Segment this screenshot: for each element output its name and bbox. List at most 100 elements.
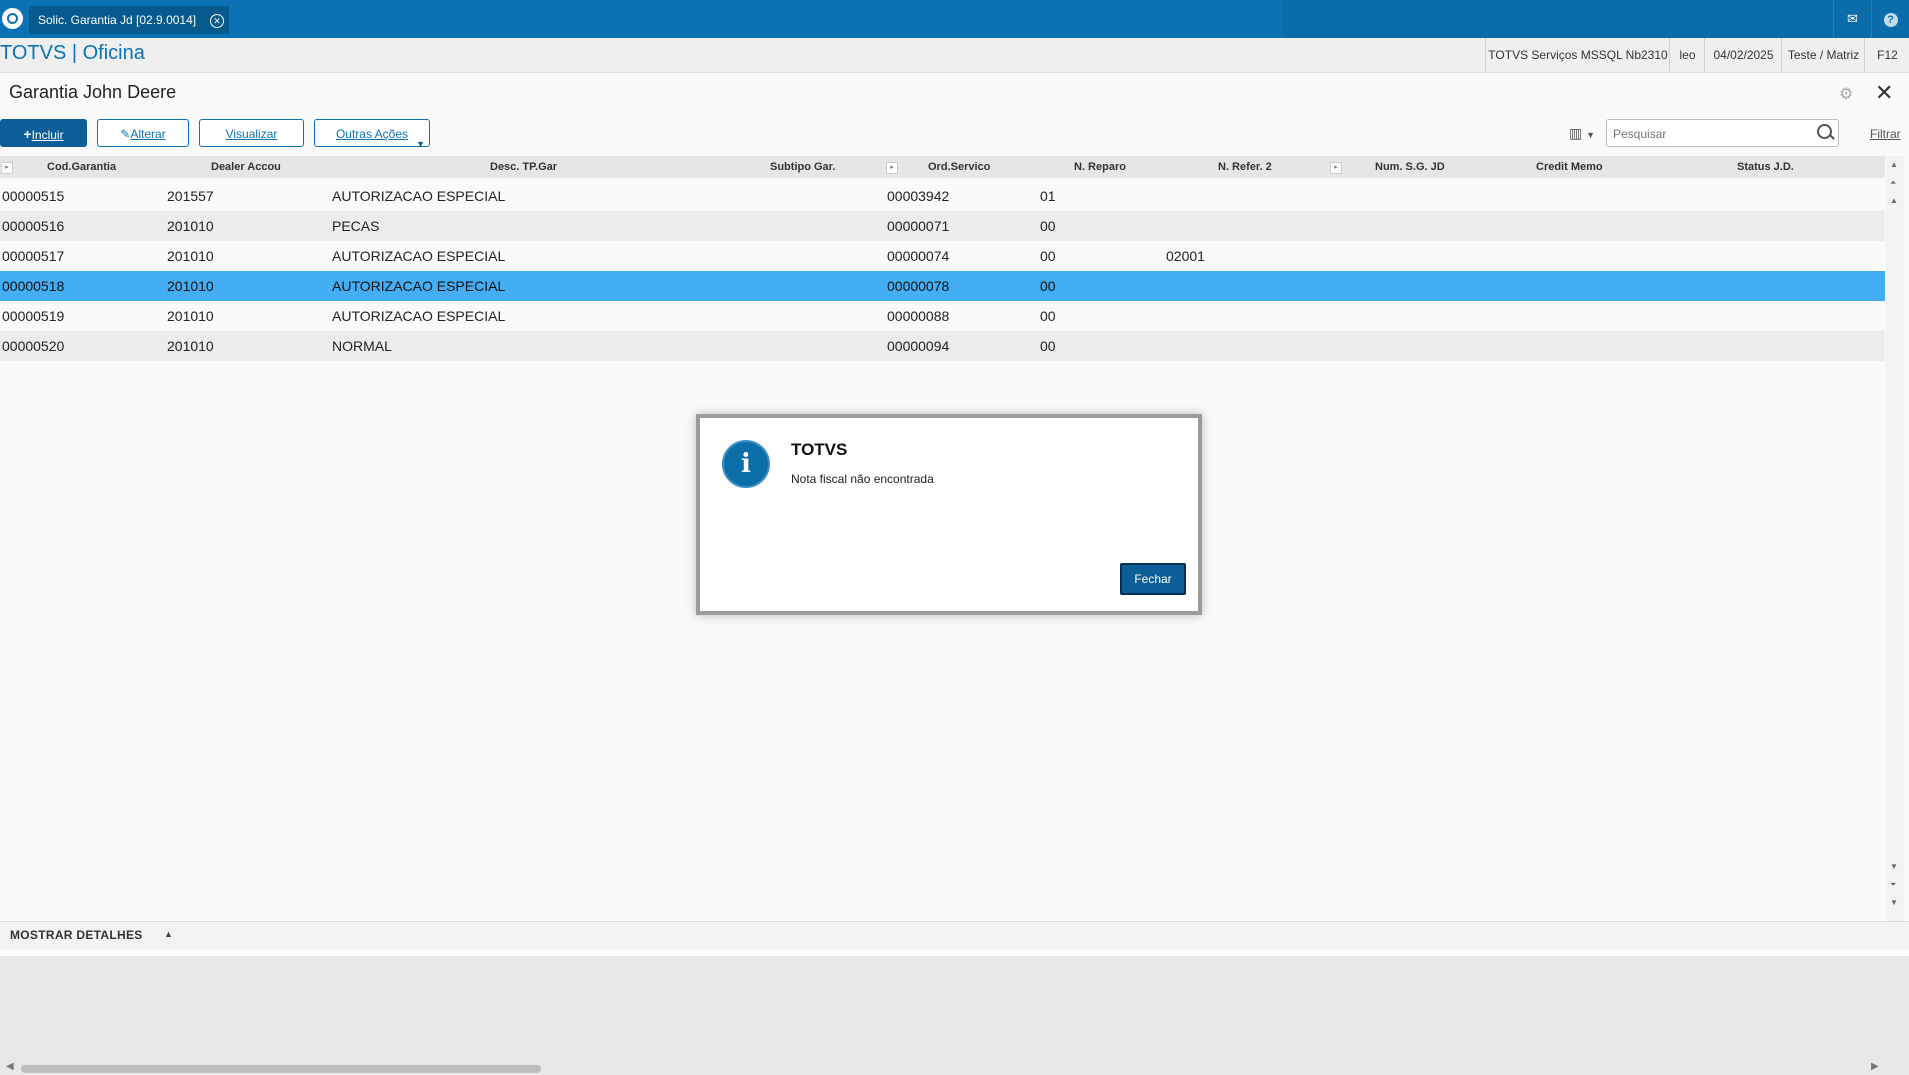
scroll-left-icon[interactable]: ◀ — [6, 1061, 14, 1072]
page-up-icon[interactable]: ⏶ — [1890, 178, 1896, 188]
header-dealer-accou[interactable]: Dealer Accou — [211, 156, 281, 178]
horizontal-scroll-thumb[interactable] — [21, 1065, 541, 1073]
top-bar: Solic. Garantia Jd [02.9.0014] ✕ ✉ ? — [0, 0, 1909, 38]
cell-n-reparo: 01 — [1040, 188, 1056, 204]
table-row[interactable]: 00000520 201010 NORMAL 00000094 00 — [0, 331, 1885, 361]
header-ord-servico[interactable]: Ord.Servico — [928, 156, 990, 178]
top-bar-shade — [1283, 0, 1909, 38]
tab-label: Solic. Garantia Jd [02.9.0014] — [38, 13, 197, 27]
alterar-label: Alterar — [130, 127, 166, 141]
cell-n-reparo: 00 — [1040, 278, 1056, 294]
header-num-sg-jd[interactable]: Num. S.G. JD — [1375, 156, 1445, 178]
cell-ord-servico: 00003942 — [887, 188, 950, 204]
cell-cod-garantia: 00000519 — [2, 308, 65, 324]
chevron-down-icon: ▼ — [416, 139, 425, 149]
plus-icon: + — [23, 126, 32, 142]
cell-n-refer: 02001 — [1166, 248, 1205, 264]
header-n-reparo[interactable]: N. Reparo — [1074, 156, 1126, 178]
cell-ord-servico: 00000071 — [887, 218, 950, 234]
cell-cod-garantia: 00000515 — [2, 188, 65, 204]
table-row[interactable]: 00000519 201010 AUTORIZACAO ESPECIAL 000… — [0, 301, 1885, 331]
mail-glyph: ✉ — [1847, 11, 1858, 26]
scroll-up-icon[interactable]: ▲ — [1890, 196, 1898, 205]
tab-close-icon[interactable]: ✕ — [210, 14, 224, 28]
details-footer[interactable]: MOSTRAR DETALHES ▲ — [0, 921, 1909, 949]
user-info: leo — [1669, 38, 1705, 72]
expand-column-icon[interactable]: ▸ — [1, 162, 13, 174]
branch-info[interactable]: Teste / Matriz — [1781, 38, 1865, 72]
cell-ord-servico: 00000078 — [887, 278, 950, 294]
info-bar: TOTVS | Oficina TOTVS Serviços MSSQL Nb2… — [0, 38, 1909, 73]
header-desc-tp-gar[interactable]: Desc. TP.Gar — [490, 156, 557, 178]
info-icon: i — [722, 440, 770, 488]
page-down-icon[interactable]: ⏷ — [1890, 880, 1896, 890]
table-row-selected[interactable]: 00000518 201010 AUTORIZACAO ESPECIAL 000… — [0, 271, 1885, 301]
scroll-down-icon[interactable]: ▼ — [1890, 862, 1898, 871]
cell-desc: AUTORIZACAO ESPECIAL — [332, 308, 506, 324]
cell-dealer: 201010 — [167, 278, 214, 294]
cell-dealer: 201010 — [167, 308, 214, 324]
tab-solic-garantia[interactable]: Solic. Garantia Jd [02.9.0014] ✕ — [29, 6, 229, 34]
pencil-icon: ✎ — [120, 127, 131, 141]
date-info: 04/02/2025 — [1704, 38, 1782, 72]
cell-desc: AUTORIZACAO ESPECIAL — [332, 188, 506, 204]
column-toggle-icon[interactable]: ▥ ▼ — [1569, 120, 1604, 146]
outras-acoes-button[interactable]: Outras Ações ▼ — [314, 119, 430, 149]
horizontal-scrollbar[interactable]: ◀ ▶ — [0, 1061, 1885, 1075]
shortcut-info[interactable]: F12 — [1864, 38, 1909, 72]
cell-dealer: 201010 — [167, 218, 214, 234]
visualizar-button[interactable]: Visualizar — [199, 119, 304, 147]
help-icon[interactable]: ? — [1871, 0, 1909, 38]
expand-column-icon[interactable]: ▸ — [1330, 162, 1342, 174]
search-input[interactable] — [1611, 124, 1811, 144]
cell-cod-garantia: 00000520 — [2, 338, 65, 354]
cell-cod-garantia: 00000516 — [2, 218, 65, 234]
cell-ord-servico: 00000074 — [887, 248, 950, 264]
show-details-label[interactable]: MOSTRAR DETALHES — [10, 928, 143, 942]
vertical-scrollbar[interactable]: ▲ ⏶ ▲ ▼ ⏷ ▼ — [1886, 156, 1904, 921]
cell-ord-servico: 00000088 — [887, 308, 950, 324]
search-field[interactable] — [1606, 119, 1839, 147]
chevron-up-icon[interactable]: ▲ — [164, 929, 173, 939]
table-header: ▸ Cod.Garantia Dealer Accou Desc. TP.Gar… — [0, 156, 1885, 178]
incluir-button[interactable]: +Incluir — [0, 119, 87, 147]
mail-icon[interactable]: ✉ — [1833, 0, 1871, 38]
alterar-button[interactable]: ✎Alterar — [97, 119, 189, 147]
close-icon[interactable]: ✕ — [1875, 80, 1893, 106]
table-row[interactable]: 00000517 201010 AUTORIZACAO ESPECIAL 000… — [0, 241, 1885, 271]
cell-ord-servico: 00000094 — [887, 338, 950, 354]
cell-n-reparo: 00 — [1040, 218, 1056, 234]
cell-cod-garantia: 00000518 — [2, 278, 65, 294]
cell-desc: AUTORIZACAO ESPECIAL — [332, 278, 506, 294]
totvs-logo-icon[interactable] — [2, 8, 23, 29]
expand-column-icon[interactable]: ▸ — [886, 162, 898, 174]
fechar-button[interactable]: Fechar — [1120, 563, 1186, 595]
cell-dealer: 201557 — [167, 188, 214, 204]
dialog-title: TOTVS — [791, 440, 848, 459]
cell-dealer: 201010 — [167, 248, 214, 264]
header-subtipo-gar[interactable]: Subtipo Gar. — [770, 156, 835, 178]
filtrar-link[interactable]: Filtrar — [1870, 127, 1901, 141]
scroll-right-icon[interactable]: ▶ — [1871, 1061, 1879, 1072]
header-n-refer-2[interactable]: N. Refer. 2 — [1218, 156, 1272, 178]
cell-dealer: 201010 — [167, 338, 214, 354]
cell-cod-garantia: 00000517 — [2, 248, 65, 264]
page-title: Garantia John Deere — [9, 82, 177, 102]
info-dialog: i TOTVS Nota fiscal não encontrada Fecha… — [696, 414, 1202, 615]
header-status-jd[interactable]: Status J.D. — [1737, 156, 1794, 178]
table-row[interactable]: 00000515 201557 AUTORIZACAO ESPECIAL 000… — [0, 181, 1885, 211]
cell-n-reparo: 00 — [1040, 248, 1056, 264]
table-row[interactable]: 00000516 201010 PECAS 00000071 00 — [0, 211, 1885, 241]
cell-desc: NORMAL — [332, 338, 392, 354]
visualizar-label: Visualizar — [225, 127, 278, 141]
help-glyph: ? — [1883, 13, 1898, 27]
brand-title: TOTVS | Oficina — [0, 42, 145, 64]
server-info: TOTVS Serviços MSSQL Nb2310 — [1485, 38, 1670, 72]
search-icon[interactable] — [1817, 124, 1832, 139]
header-cod-garantia[interactable]: Cod.Garantia — [47, 156, 116, 178]
header-credit-memo[interactable]: Credit Memo — [1536, 156, 1603, 178]
scroll-top-icon[interactable]: ▲ — [1890, 160, 1898, 169]
scroll-bottom-icon[interactable]: ▼ — [1890, 898, 1898, 907]
gear-icon[interactable]: ⚙ — [1839, 84, 1853, 104]
cell-n-reparo: 00 — [1040, 338, 1056, 354]
